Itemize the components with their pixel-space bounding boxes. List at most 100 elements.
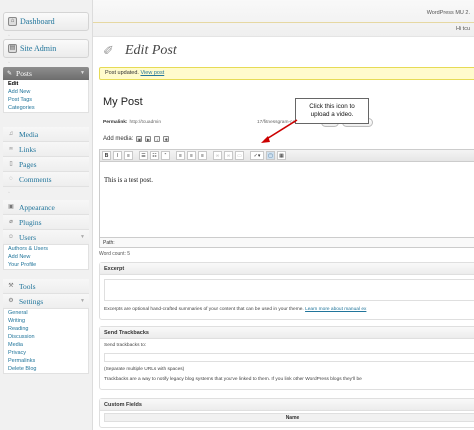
excerpt-header[interactable]: Excerpt — [100, 263, 474, 275]
sidebar-item-appearance[interactable]: ▣ Appearance — [3, 200, 89, 215]
sidebar-item-pages[interactable]: ▯ Pages — [3, 157, 89, 172]
main-content: WordPress MU 2. Hi tcu ✐ Edit Post Post … — [93, 0, 474, 430]
collapse-arrow-icon[interactable]: ▼ — [80, 71, 85, 76]
add-image-icon[interactable]: ▣ — [136, 136, 143, 142]
post-content-editor[interactable]: This is a test post. — [99, 161, 474, 238]
submenu-edit[interactable]: Edit — [4, 80, 88, 88]
menu-separator: ◦ — [8, 190, 10, 196]
unordered-list-icon[interactable]: ☰ — [139, 151, 148, 160]
custom-fields-name-column: Name — [104, 413, 474, 422]
submenu-writing[interactable]: Writing — [4, 317, 88, 325]
tools-icon: ⚒ — [8, 283, 14, 289]
bold-icon[interactable]: B — [102, 151, 111, 160]
trackbacks-input[interactable] — [104, 353, 474, 362]
sidebar-item-comments[interactable]: ◌ Comments — [3, 172, 89, 187]
submenu-general[interactable]: General — [4, 309, 88, 317]
editor-path: Path: — [99, 238, 474, 248]
fullscreen-icon[interactable]: ▢ — [266, 151, 275, 160]
admin-sidebar: ⌂ Dashboard ◦ ▤ Site Admin ◦ ✎ Posts ▼ E… — [0, 0, 93, 430]
sidebar-item-dashboard[interactable]: ⌂ Dashboard — [3, 12, 89, 31]
submenu-privacy[interactable]: Privacy — [4, 349, 88, 357]
header-divider — [93, 22, 474, 23]
sidebar-item-label: Settings — [19, 296, 44, 306]
callout-arrow-icon — [261, 119, 298, 143]
sidebar-item-links[interactable]: ∞ Links — [3, 142, 89, 157]
add-media-label: Add media: — [103, 136, 134, 142]
sidebar-item-label: Site Admin — [20, 44, 57, 53]
submenu-media[interactable]: Media — [4, 341, 88, 349]
sidebar-item-label: Tools — [19, 281, 36, 291]
view-post-link[interactable]: View post — [140, 70, 164, 76]
add-video-icon[interactable]: ▶ — [145, 136, 152, 142]
trackbacks-header[interactable]: Send Trackbacks — [100, 327, 474, 339]
learn-more-link[interactable]: Learn more about manual ex — [305, 307, 366, 312]
submenu-authors-users[interactable]: Authors & Users — [4, 245, 88, 253]
media-icon: ♫ — [8, 131, 14, 137]
trackbacks-box: Send Trackbacks Send trackbacks to: (Sep… — [99, 326, 474, 390]
word-count: Word count: 5 — [99, 251, 131, 257]
sidebar-item-label: Dashboard — [20, 17, 55, 26]
add-media-row: Add media: ▣ ▶ ♪ ✱ — [103, 136, 170, 142]
excerpt-textarea[interactable] — [104, 279, 474, 301]
settings-submenu: General Writing Reading Discussion Media… — [3, 309, 89, 374]
dashboard-icon: ⌂ — [8, 17, 17, 26]
submenu-categories[interactable]: Categories — [4, 104, 88, 112]
plugins-icon: ⌀ — [9, 219, 13, 225]
excerpt-help-text: Excerpts are optional hand-crafted summa… — [104, 307, 304, 312]
submenu-add-new-user[interactable]: Add New — [4, 253, 88, 261]
spellcheck-icon[interactable]: ✓▾ — [250, 151, 264, 160]
editor-toolbar: B I ≡ ☰ ☷ “ ≡ ≡ ≡ ∞ ∞ ▭ ✓▾ ▢ ▦ — [99, 149, 474, 161]
strikethrough-icon[interactable]: ≡ — [124, 151, 133, 160]
sidebar-item-media[interactable]: ♫ Media — [3, 127, 89, 142]
menu-separator: ◦ — [8, 60, 10, 66]
sidebar-item-label: Users — [19, 232, 37, 242]
page-title: ✐ Edit Post — [103, 43, 177, 59]
sidebar-item-posts[interactable]: ✎ Posts ▼ — [3, 67, 89, 80]
excerpt-box: Excerpt Excerpts are optional hand-craft… — [99, 262, 474, 320]
align-center-icon[interactable]: ≡ — [187, 151, 196, 160]
submenu-permalinks[interactable]: Permalinks — [4, 357, 88, 365]
submenu-delete-blog[interactable]: Delete Blog — [4, 365, 88, 373]
expand-arrow-icon[interactable]: ▼ — [80, 299, 85, 304]
users-icon: ☺ — [7, 234, 15, 240]
edit-post-icon: ✐ — [103, 43, 114, 58]
blockquote-icon[interactable]: “ — [161, 151, 170, 160]
add-audio-icon[interactable]: ♪ — [154, 136, 161, 142]
comments-icon: ◌ — [9, 176, 13, 182]
sidebar-item-label: Plugins — [19, 217, 42, 227]
sidebar-item-label: Comments — [19, 174, 52, 184]
sidebar-item-label: Pages — [19, 159, 37, 169]
sidebar-item-users[interactable]: ☺ Users ▼ — [3, 230, 89, 245]
howdy-link[interactable]: Hi tcu — [456, 26, 470, 32]
kitchen-sink-icon[interactable]: ▦ — [277, 151, 286, 160]
custom-fields-box: Custom Fields Name — [99, 398, 474, 428]
sidebar-item-settings[interactable]: ⚙ Settings ▼ — [3, 294, 89, 309]
ordered-list-icon[interactable]: ☷ — [150, 151, 159, 160]
submenu-post-tags[interactable]: Post Tags — [4, 96, 88, 104]
page-heading: Edit Post — [125, 43, 177, 58]
submenu-your-profile[interactable]: Your Profile — [4, 261, 88, 269]
link-icon[interactable]: ∞ — [213, 151, 222, 160]
sidebar-item-label: Media — [19, 129, 39, 139]
sidebar-item-tools[interactable]: ⚒ Tools — [3, 279, 89, 294]
add-media-icon[interactable]: ✱ — [163, 136, 170, 142]
italic-icon[interactable]: I — [113, 151, 122, 160]
sidebar-item-plugins[interactable]: ⌀ Plugins — [3, 215, 89, 230]
sidebar-item-label: Appearance — [19, 202, 55, 212]
trackbacks-help: Trackbacks are a way to notify legacy bl… — [104, 377, 362, 382]
align-right-icon[interactable]: ≡ — [198, 151, 207, 160]
post-title-field[interactable]: My Post — [103, 96, 143, 108]
submenu-discussion[interactable]: Discussion — [4, 333, 88, 341]
align-left-icon[interactable]: ≡ — [176, 151, 185, 160]
permalink-url[interactable]: http://tcuadmin — [130, 120, 161, 125]
submenu-add-new[interactable]: Add New — [4, 88, 88, 96]
more-tag-icon[interactable]: ▭ — [235, 151, 244, 160]
posts-submenu: Edit Add New Post Tags Categories — [3, 80, 89, 113]
custom-fields-header[interactable]: Custom Fields — [100, 399, 474, 411]
sidebar-item-site-admin[interactable]: ▤ Site Admin — [3, 39, 89, 58]
expand-arrow-icon[interactable]: ▼ — [80, 235, 85, 240]
settings-icon: ⚙ — [8, 298, 14, 304]
unlink-icon[interactable]: ∞ — [224, 151, 233, 160]
submenu-reading[interactable]: Reading — [4, 325, 88, 333]
trackbacks-hint: (Separate multiple URLs with spaces) — [104, 367, 185, 372]
